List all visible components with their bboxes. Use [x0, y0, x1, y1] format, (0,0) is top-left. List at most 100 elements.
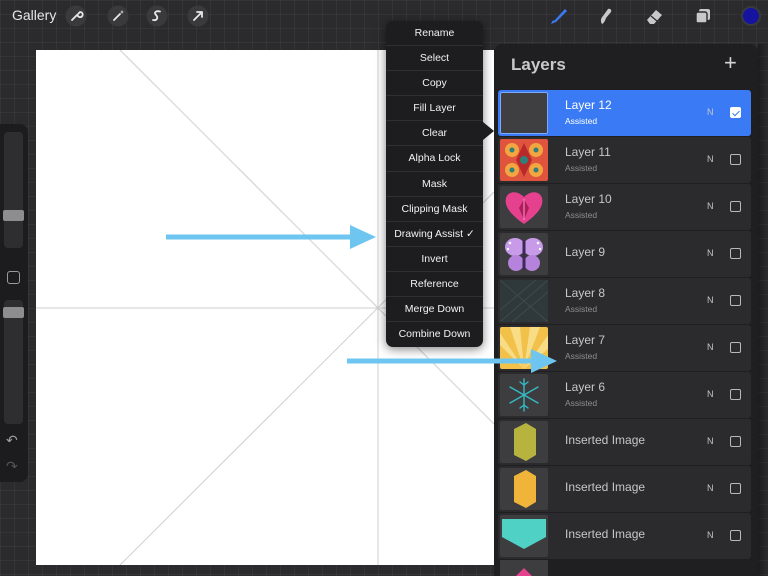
blend-mode-button[interactable]: N — [707, 342, 714, 352]
menu-pointer — [483, 122, 494, 140]
menu-fill-layer[interactable]: Fill Layer — [386, 96, 483, 122]
orange-hexagon-thumbnail-icon — [514, 470, 536, 508]
menu-copy[interactable]: Copy — [386, 71, 483, 97]
layer-row[interactable]: Inserted Image N — [498, 419, 751, 465]
layer-name: Inserted Image — [565, 433, 646, 447]
panel-edge-shadow — [758, 44, 768, 576]
heart-thumbnail-icon — [505, 192, 543, 224]
annotation-arrow-icon — [347, 349, 557, 373]
visibility-checkbox[interactable] — [730, 342, 741, 353]
layer-status: Assisted — [565, 163, 598, 173]
visibility-checkbox[interactable] — [730, 389, 741, 400]
layer-thumbnail — [500, 421, 548, 463]
modify-button[interactable] — [7, 271, 20, 284]
menu-mask[interactable]: Mask — [386, 172, 483, 197]
menu-combine-down[interactable]: Combine Down — [386, 322, 483, 347]
layer-thumbnail — [500, 233, 548, 275]
visibility-checkbox[interactable] — [730, 154, 741, 165]
layer-row[interactable]: Layer 6 Assisted N — [498, 372, 751, 418]
brush-size-thumb[interactable] — [3, 210, 24, 221]
layer-name: Layer 6 — [565, 380, 606, 394]
opacity-slider[interactable] — [3, 300, 24, 424]
layer-row[interactable]: Layer 10 Assisted N — [498, 184, 751, 230]
layer-name: Inserted Image — [565, 480, 646, 494]
layer-thumbnail — [500, 139, 548, 181]
menu-reference[interactable]: Reference — [386, 272, 483, 298]
left-sidebar: ↶ ↷ — [0, 124, 28, 482]
layer-thumbnail — [500, 374, 548, 416]
layer-thumbnail — [500, 92, 548, 134]
layer-status: Assisted — [565, 210, 598, 220]
blend-mode-button[interactable]: N — [707, 483, 714, 493]
menu-alpha-lock[interactable]: Alpha Lock — [386, 146, 483, 172]
layer-thumbnail — [500, 186, 548, 228]
layer-thumbnail — [500, 468, 548, 510]
opacity-thumb[interactable] — [3, 307, 24, 318]
texture-thumbnail-icon — [500, 280, 548, 322]
magic-wand-icon[interactable] — [107, 5, 129, 27]
redo-icon[interactable]: ↷ — [6, 458, 18, 475]
layers-title: Layers — [511, 55, 566, 74]
visibility-checkbox[interactable] — [730, 483, 741, 494]
menu-invert[interactable]: Invert — [386, 247, 483, 272]
blend-mode-button[interactable]: N — [707, 154, 714, 164]
layer-name: Layer 9 — [565, 245, 606, 259]
blend-mode-button[interactable]: N — [707, 389, 714, 399]
undo-icon[interactable]: ↶ — [6, 432, 18, 449]
menu-clear[interactable]: Clear — [386, 121, 483, 147]
layers-icon[interactable] — [692, 5, 714, 27]
butterfly-thumbnail-icon — [505, 238, 543, 271]
visibility-checkbox[interactable] — [730, 530, 741, 541]
layer-thumbnail — [500, 280, 548, 322]
blend-mode-button[interactable]: N — [707, 201, 714, 211]
visibility-checkbox[interactable] — [730, 436, 741, 447]
menu-select[interactable]: Select — [386, 46, 483, 72]
menu-drawing-assist[interactable]: Drawing Assist ✓ — [386, 222, 483, 247]
layer-status: Assisted — [565, 398, 598, 408]
layer-row[interactable]: Layer 9 N — [498, 231, 751, 277]
add-layer-button[interactable]: + — [724, 50, 737, 76]
blend-mode-button[interactable]: N — [707, 248, 714, 258]
visibility-checkbox[interactable] — [730, 201, 741, 212]
brush-size-slider[interactable] — [3, 132, 24, 248]
gallery-button[interactable]: Gallery — [12, 7, 56, 23]
layer-thumbnail — [500, 515, 548, 557]
layer-name: Layer 11 — [565, 145, 611, 159]
layer-name: Layer 10 — [565, 192, 612, 206]
menu-clipping-mask[interactable]: Clipping Mask — [386, 197, 483, 222]
snowflake-thumbnail-icon — [509, 378, 539, 412]
partial-layer-thumbnail — [500, 560, 548, 576]
layer-row[interactable]: Layer 12 Assisted N — [498, 90, 751, 136]
layer-row[interactable]: Inserted Image N — [498, 513, 751, 559]
color-picker-button[interactable] — [741, 6, 761, 26]
layer-name: Layer 12 — [565, 98, 612, 112]
visibility-checkbox[interactable] — [730, 248, 741, 259]
top-toolbar: Gallery — [0, 0, 768, 32]
teal-banner-thumbnail-icon — [502, 519, 546, 549]
blend-mode-button[interactable]: N — [707, 530, 714, 540]
olive-hexagon-thumbnail-icon — [514, 423, 536, 461]
blend-mode-button[interactable]: N — [707, 107, 714, 117]
blend-mode-button[interactable]: N — [707, 436, 714, 446]
blend-mode-button[interactable]: N — [707, 295, 714, 305]
layers-panel: Layers + Layer 12 Assisted N Layer 11 As… — [494, 44, 758, 576]
layer-name: Layer 7 — [565, 333, 606, 347]
layer-status: Assisted — [565, 304, 598, 314]
visibility-checkbox[interactable] — [730, 107, 741, 118]
layer-row[interactable]: Inserted Image N — [498, 466, 751, 512]
layer-name: Layer 8 — [565, 286, 606, 300]
brush-icon[interactable] — [548, 5, 570, 27]
layer-status: Assisted — [565, 116, 598, 126]
transform-arrow-icon[interactable] — [187, 5, 209, 27]
layer-row[interactable]: Layer 11 Assisted N — [498, 137, 751, 183]
layer-name: Inserted Image — [565, 527, 646, 541]
smudge-icon[interactable] — [594, 5, 616, 27]
eraser-icon[interactable] — [643, 5, 665, 27]
menu-rename[interactable]: Rename — [386, 21, 483, 47]
annotation-arrow-icon — [166, 225, 376, 249]
menu-merge-down[interactable]: Merge Down — [386, 297, 483, 323]
visibility-checkbox[interactable] — [730, 295, 741, 306]
selection-s-icon[interactable] — [146, 5, 168, 27]
layer-row[interactable]: Layer 8 Assisted N — [498, 278, 751, 324]
wrench-icon[interactable] — [65, 5, 87, 27]
